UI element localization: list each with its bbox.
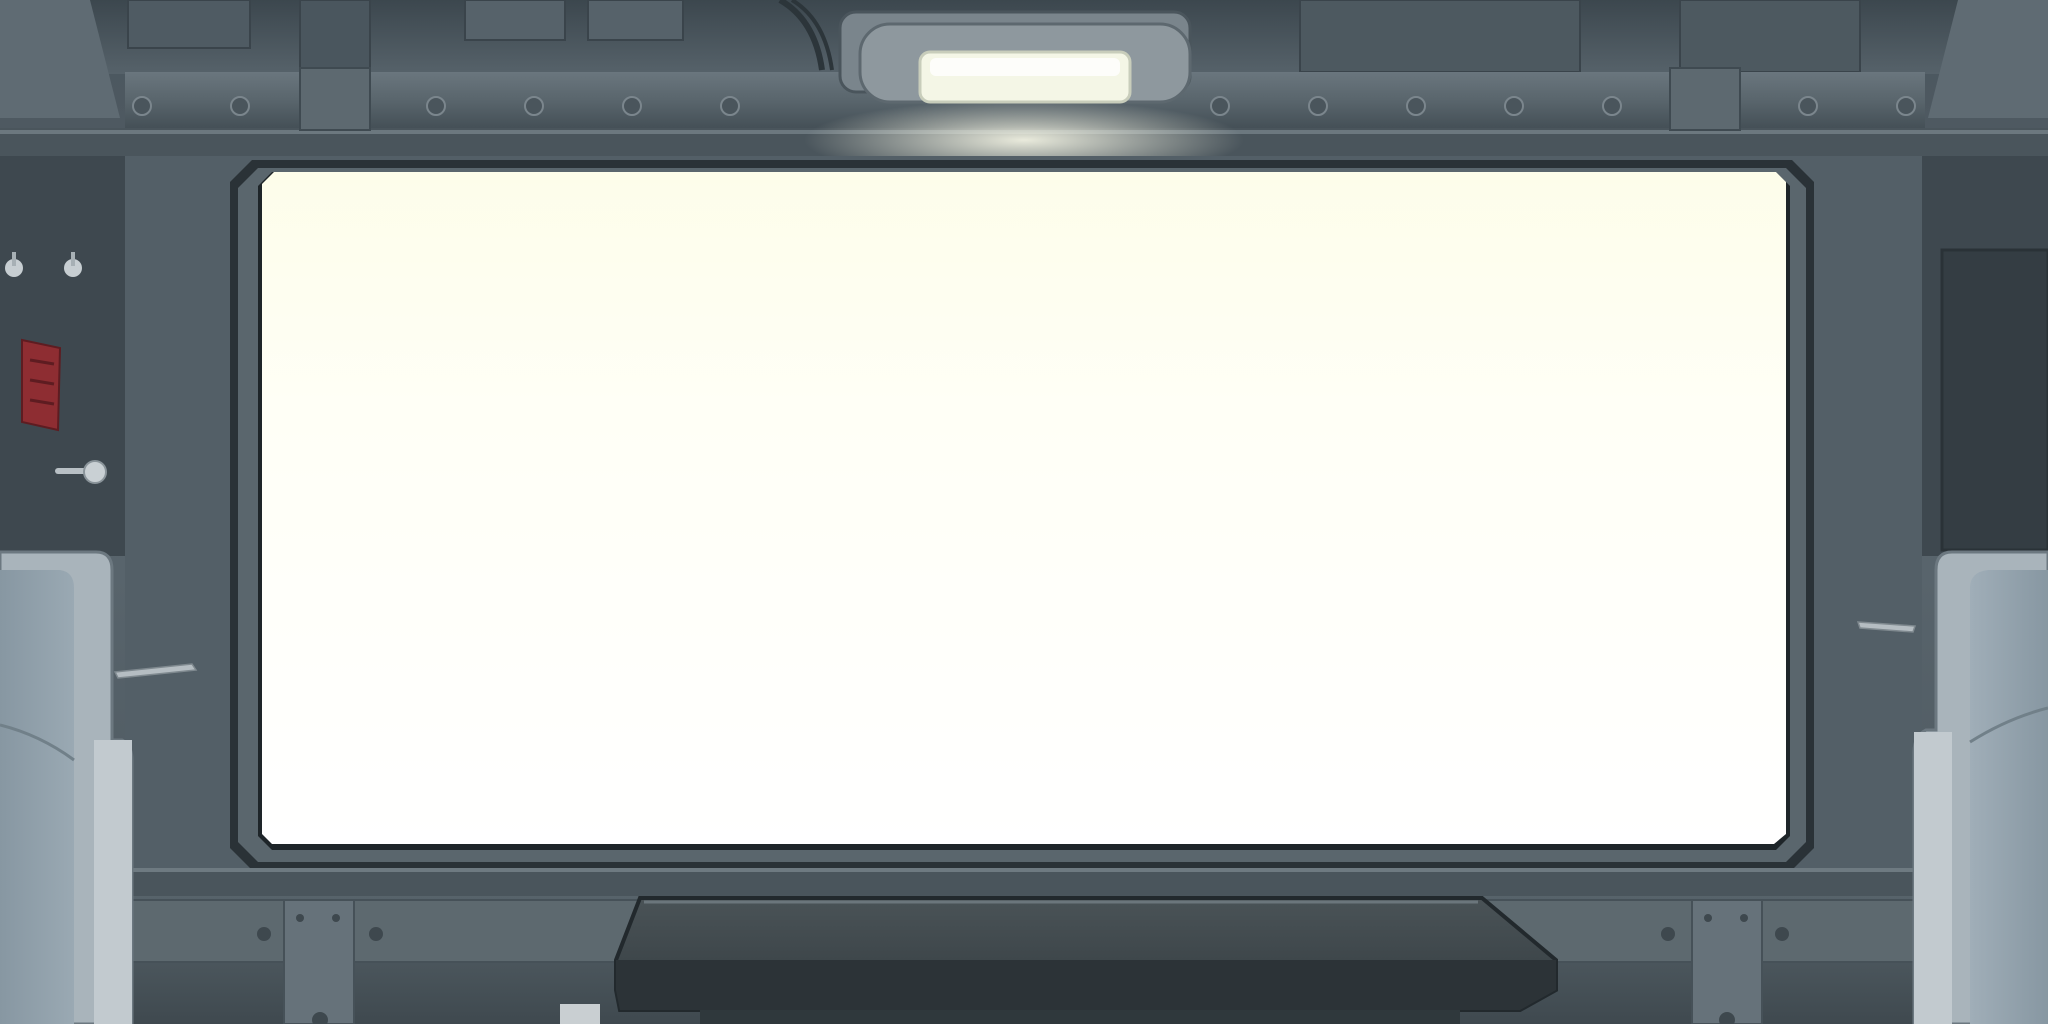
rivet (1406, 96, 1426, 116)
coat-hook-icon (21, 338, 62, 432)
folding-table[interactable] (560, 896, 1558, 1024)
rivet (1798, 96, 1818, 116)
rivet (1896, 96, 1916, 116)
rivet (426, 96, 446, 116)
ceiling-lamp-icon (838, 10, 1192, 104)
window-glass (262, 172, 1786, 844)
rivet (1504, 96, 1524, 116)
rivet (230, 96, 250, 116)
rivet (720, 96, 740, 116)
left-side-panel (0, 156, 125, 556)
left-seat (0, 550, 134, 1024)
scene-illustration (0, 0, 2048, 1024)
train-compartment-scene (0, 0, 2048, 1024)
rivet (622, 96, 642, 116)
rivet (1308, 96, 1328, 116)
rivet (1602, 96, 1622, 116)
rivet (132, 96, 152, 116)
rivet (524, 96, 544, 116)
rivet (1210, 96, 1230, 116)
